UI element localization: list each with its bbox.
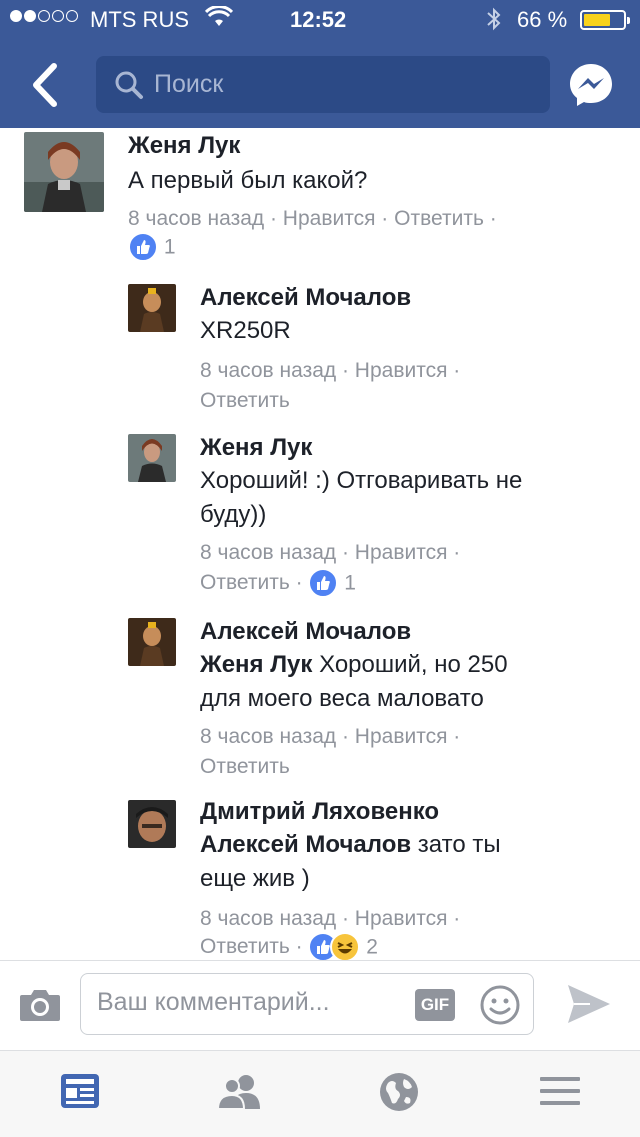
messenger-button[interactable] <box>568 62 614 113</box>
back-button[interactable] <box>22 60 70 110</box>
reply: Алексей Мочалов XR250R 8 часов назад · Н… <box>0 278 640 428</box>
comment-text: буду)) <box>200 501 267 528</box>
tab-notifications[interactable] <box>378 1071 422 1115</box>
reply-link[interactable]: Ответить <box>200 386 290 416</box>
reply-link[interactable]: Ответить · <box>200 935 303 958</box>
like-reaction-icon <box>128 232 158 263</box>
haha-reaction-icon[interactable] <box>330 932 361 960</box>
reply: Дмитрий Ляховенко Алексей Мочалов зато т… <box>0 794 640 960</box>
comment-text: еще жив ) <box>200 865 310 892</box>
friends-icon <box>216 1075 260 1110</box>
comment-author[interactable]: Алексей Мочалов <box>200 618 411 646</box>
avatar[interactable] <box>128 284 176 332</box>
comment-author[interactable]: Дмитрий Ляховенко <box>200 798 439 826</box>
smiley-icon <box>480 985 520 1025</box>
reply: Женя Лук Хороший! :) Отговаривать не буд… <box>0 428 640 608</box>
comment-placeholder: Ваш комментарий... <box>97 988 330 1016</box>
reply: Алексей Мочалов Женя Лук Хороший, но 250… <box>0 612 640 792</box>
comment-composer: Ваш комментарий... GIF <box>0 960 640 1051</box>
like-reaction-icon[interactable] <box>308 568 339 599</box>
search-placeholder: Поиск <box>154 70 224 98</box>
comment-text: зато ты <box>411 831 501 858</box>
tab-news-feed[interactable] <box>58 1071 102 1115</box>
news-feed-icon <box>61 1074 99 1108</box>
comment-author[interactable]: Алексей Мочалов <box>200 284 411 312</box>
avatar[interactable] <box>24 132 104 212</box>
globe-icon <box>380 1073 418 1111</box>
gif-button[interactable]: GIF <box>415 989 455 1021</box>
send-icon <box>568 985 610 1023</box>
tab-friends[interactable] <box>216 1071 260 1115</box>
comment-text-line: Алексей Мочалов зато ты <box>200 828 501 862</box>
search-icon <box>114 70 144 105</box>
messenger-icon <box>570 64 612 106</box>
comment-input[interactable]: Ваш комментарий... GIF <box>80 973 534 1035</box>
reaction-summary[interactable]: 1 <box>128 232 176 263</box>
comment-meta: 8 часов назад · Нравится · <box>200 907 461 930</box>
battery-icon <box>580 10 630 30</box>
comment-meta: 8 часов назад · Нравится · <box>200 725 461 748</box>
comment-author[interactable]: Женя Лук <box>200 434 312 462</box>
camera-button[interactable] <box>18 987 62 1028</box>
comment-text: для моего веса маловато <box>200 685 484 712</box>
comment-meta-line: Ответить · 2 <box>200 932 378 960</box>
search-input[interactable]: Поиск <box>96 56 550 113</box>
comment-author[interactable]: Женя Лук <box>128 132 240 160</box>
battery-percent: 66 % <box>517 7 568 32</box>
comment-text: XR250R <box>200 317 291 344</box>
comment: Женя Лук А первый был какой? 8 часов наз… <box>0 128 640 278</box>
comment-meta: 8 часов назад · Нравится · <box>200 359 461 382</box>
status-bar: MTS RUS 12:52 66 % <box>0 0 640 42</box>
reply-link[interactable]: Ответить · <box>200 571 303 594</box>
send-button[interactable] <box>566 983 612 1030</box>
mention-link[interactable]: Женя Лук <box>200 651 312 678</box>
reaction-count: 1 <box>163 235 176 259</box>
reaction-count: 1 <box>344 571 356 595</box>
menu-icon <box>540 1077 580 1105</box>
chevron-left-icon <box>33 63 57 107</box>
wifi-icon <box>204 5 234 34</box>
comment-text-line: Женя Лук Хороший, но 250 <box>200 648 508 682</box>
clock: 12:52 <box>290 7 347 32</box>
camera-icon <box>20 990 60 1021</box>
comment-text: Хороший, но 250 <box>312 651 508 678</box>
reply-link[interactable]: Ответить <box>200 752 290 782</box>
bluetooth-icon <box>484 6 504 38</box>
top-bar: MTS RUS 12:52 66 % Поиск <box>0 0 640 128</box>
reaction-count: 2 <box>366 935 378 959</box>
avatar[interactable] <box>128 434 176 482</box>
comment-meta: 8 часов назад · Нравится · Ответить · <box>128 207 497 230</box>
comment-text: Хороший! :) Отговаривать не <box>200 467 523 494</box>
signal-strength <box>10 10 78 22</box>
tab-menu[interactable] <box>538 1071 582 1115</box>
comments-list: Женя Лук А первый был какой? 8 часов наз… <box>0 128 640 960</box>
carrier-name: MTS RUS <box>90 7 189 32</box>
comment-meta: 8 часов назад · Нравится · <box>200 541 461 564</box>
avatar[interactable] <box>128 618 176 666</box>
tab-bar <box>0 1050 640 1137</box>
sticker-button[interactable] <box>479 984 521 1031</box>
comment-meta-line: Ответить · 1 <box>200 568 356 599</box>
mention-link[interactable]: Алексей Мочалов <box>200 831 411 858</box>
comment-text: А первый был какой? <box>128 167 368 194</box>
avatar[interactable] <box>128 800 176 848</box>
